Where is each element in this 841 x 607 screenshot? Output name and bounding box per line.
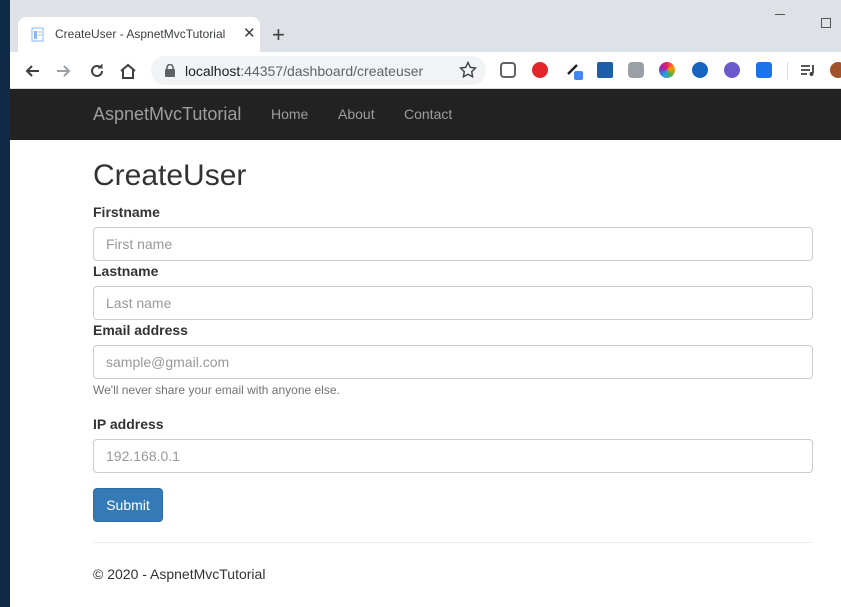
browser-toolbar: localhost:44357/dashboard/createuser: [10, 52, 841, 89]
back-arrow-icon[interactable]: [20, 59, 44, 83]
browser-tab[interactable]: CreateUser - AspnetMvcTutorial ✕: [18, 17, 260, 52]
lastname-label: Lastname: [93, 263, 159, 279]
screenshot-icon[interactable]: [597, 62, 613, 78]
url-text: localhost:44357/dashboard/createuser: [185, 63, 424, 79]
submit-button[interactable]: Submit: [93, 488, 163, 522]
address-bar[interactable]: localhost:44357/dashboard/createuser: [151, 56, 486, 85]
bracket-extension-icon[interactable]: [756, 62, 772, 78]
nav-link-contact[interactable]: Contact: [404, 106, 452, 122]
forward-arrow-icon[interactable]: [52, 59, 76, 83]
close-tab-icon[interactable]: ✕: [243, 25, 256, 43]
home-icon[interactable]: [116, 59, 140, 83]
page-title: CreateUser: [93, 159, 247, 192]
nav-link-home[interactable]: Home: [271, 106, 308, 122]
email-input[interactable]: [93, 345, 813, 379]
toolbar-divider: [787, 62, 788, 80]
email-label: Email address: [93, 322, 188, 338]
ip-address-input[interactable]: [93, 439, 813, 473]
page-icon: [31, 27, 44, 42]
adblock-icon[interactable]: [532, 62, 548, 78]
ip-address-label: IP address: [93, 416, 164, 432]
tab-strip: CreateUser - AspnetMvcTutorial ✕ +: [10, 0, 841, 52]
email-help-text: We'll never share your email with anyone…: [93, 383, 340, 397]
profile-avatar[interactable]: [830, 62, 841, 78]
new-tab-button[interactable]: +: [272, 24, 285, 46]
lastname-input[interactable]: [93, 286, 813, 320]
reload-icon[interactable]: [85, 59, 109, 83]
footer-text: © 2020 - AspnetMvcTutorial: [93, 566, 266, 582]
browser-window: CreateUser - AspnetMvcTutorial ✕ + local…: [10, 0, 841, 607]
mendeley-icon[interactable]: [628, 62, 644, 78]
pocket-icon[interactable]: [500, 62, 516, 78]
eyedropper-icon[interactable]: [566, 62, 583, 80]
firstname-label: Firstname: [93, 204, 160, 220]
footer-divider: [93, 542, 813, 543]
lock-icon: [165, 64, 175, 77]
media-control-icon[interactable]: [800, 62, 816, 78]
site-navbar: AspnetMvcTutorial Home About Contact: [10, 89, 841, 140]
check-extension-icon[interactable]: [724, 62, 740, 78]
star-icon[interactable]: [459, 61, 477, 79]
tab-title: CreateUser - AspnetMvcTutorial: [55, 27, 226, 41]
colorpick-icon[interactable]: [659, 62, 675, 78]
d-extension-icon[interactable]: [692, 62, 708, 78]
navbar-brand[interactable]: AspnetMvcTutorial: [93, 104, 241, 125]
nav-link-about[interactable]: About: [338, 106, 375, 122]
firstname-input[interactable]: [93, 227, 813, 261]
maximize-window-button[interactable]: [821, 18, 831, 28]
minimize-window-button[interactable]: [775, 14, 785, 15]
